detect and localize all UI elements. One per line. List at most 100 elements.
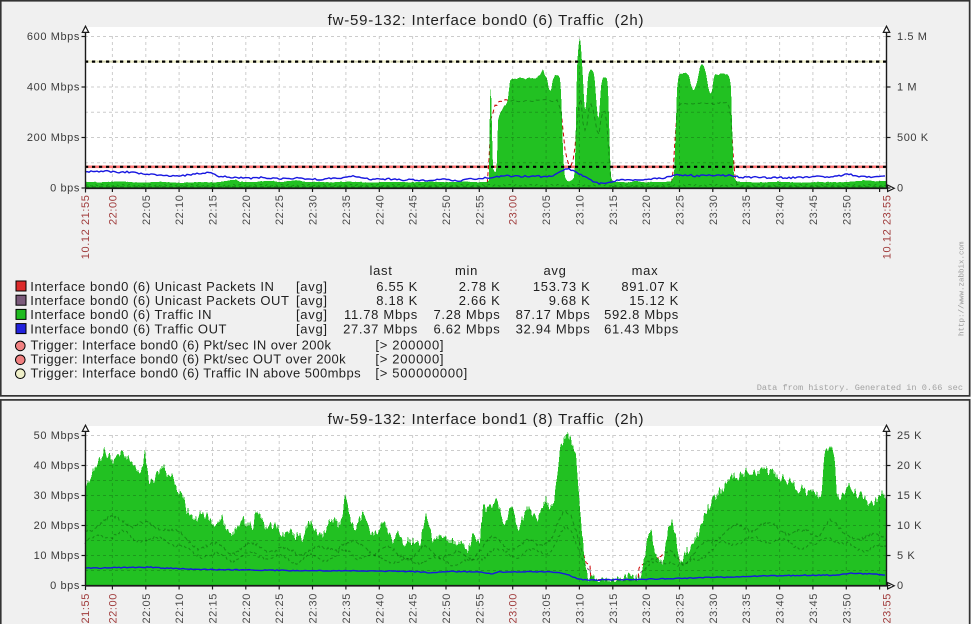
svg-text:23:35: 23:35 [741, 195, 753, 226]
svg-text:5 K: 5 K [897, 550, 915, 562]
svg-text:22:45: 22:45 [408, 593, 420, 624]
svg-text:22:00: 22:00 [107, 593, 119, 624]
svg-text:23:20: 23:20 [641, 195, 653, 226]
svg-text:23:40: 23:40 [775, 593, 787, 624]
svg-text:10.12 23:55: 10.12 23:55 [882, 195, 894, 260]
svg-text:last: last [369, 263, 392, 278]
svg-text:22:35: 22:35 [341, 195, 353, 226]
svg-text:10 Mbps: 10 Mbps [34, 550, 80, 562]
svg-text:23:45: 23:45 [808, 593, 820, 624]
svg-text:23:10: 23:10 [574, 593, 586, 624]
svg-text:22:55: 22:55 [474, 593, 486, 624]
svg-text:Interface bond0 (6) Traffic IN: Interface bond0 (6) Traffic IN [30, 307, 212, 322]
svg-text:27.37 Mbps: 27.37 Mbps [343, 321, 418, 336]
svg-text:22:35: 22:35 [341, 593, 353, 624]
svg-text:Interface bond0 (6) Unicast Pa: Interface bond0 (6) Unicast Packets IN [30, 279, 274, 294]
svg-text:10.12 21:55: 10.12 21:55 [80, 195, 92, 260]
svg-text:9.68 K: 9.68 K [549, 293, 591, 308]
svg-text:40 Mbps: 40 Mbps [34, 460, 80, 472]
svg-text:22:25: 22:25 [274, 593, 286, 624]
svg-text:15.12 K: 15.12 K [629, 293, 679, 308]
svg-text:Trigger: Interface bond0 (6) P: Trigger: Interface bond0 (6) Pkt/sec IN … [31, 338, 332, 353]
svg-text:22:40: 22:40 [374, 593, 386, 624]
svg-text:23:30: 23:30 [708, 195, 720, 226]
svg-text:Interface bond0 (6) Traffic OU: Interface bond0 (6) Traffic OUT [30, 321, 227, 336]
svg-text:http://www.zabbix.com: http://www.zabbix.com [959, 241, 967, 336]
svg-text:23:05: 23:05 [541, 593, 553, 624]
svg-text:7.28 Mbps: 7.28 Mbps [433, 307, 500, 322]
svg-text:22:40: 22:40 [374, 195, 386, 226]
svg-text:23:25: 23:25 [675, 593, 687, 624]
svg-text:22:00: 22:00 [107, 195, 119, 226]
svg-text:23:00: 23:00 [508, 593, 520, 624]
svg-text:10.12 23:55: 10.12 23:55 [882, 593, 894, 624]
svg-text:8.18 K: 8.18 K [376, 293, 418, 308]
svg-text:[avg]: [avg] [296, 307, 328, 322]
svg-text:23:15: 23:15 [608, 195, 620, 226]
svg-text:fw-59-132: Interface bond1 (8): fw-59-132: Interface bond1 (8) Traffic (… [328, 411, 645, 428]
svg-text:6.55 K: 6.55 K [376, 279, 418, 294]
svg-text:22:15: 22:15 [208, 195, 220, 226]
svg-text:50 Mbps: 50 Mbps [34, 430, 80, 442]
svg-text:20 Mbps: 20 Mbps [34, 520, 80, 532]
svg-text:1.5 M: 1.5 M [897, 31, 928, 43]
svg-text:[> 200000]: [> 200000] [375, 338, 444, 353]
svg-text:23:45: 23:45 [808, 195, 820, 226]
svg-text:15 K: 15 K [897, 490, 922, 502]
svg-text:[avg]: [avg] [296, 293, 328, 308]
svg-text:23:40: 23:40 [775, 195, 787, 226]
svg-text:23:10: 23:10 [574, 195, 586, 226]
svg-text:10 K: 10 K [897, 520, 922, 532]
svg-text:0 bps: 0 bps [50, 183, 80, 195]
svg-text:400 Mbps: 400 Mbps [27, 82, 80, 94]
svg-text:23:00: 23:00 [508, 195, 520, 226]
svg-text:592.8 Mbps: 592.8 Mbps [604, 307, 679, 322]
svg-text:23:35: 23:35 [741, 593, 753, 624]
svg-text:23:50: 23:50 [841, 593, 853, 624]
svg-text:Interface bond0 (6) Unicast Pa: Interface bond0 (6) Unicast Packets OUT [30, 293, 289, 308]
svg-text:10.12 21:55: 10.12 21:55 [80, 593, 92, 624]
svg-text:0: 0 [897, 580, 904, 592]
svg-text:500 K: 500 K [897, 132, 929, 144]
svg-text:20 K: 20 K [897, 460, 922, 472]
svg-text:22:55: 22:55 [474, 195, 486, 226]
svg-text:23:25: 23:25 [675, 195, 687, 226]
svg-text:891.07 K: 891.07 K [621, 279, 679, 294]
svg-text:32.94 Mbps: 32.94 Mbps [516, 321, 591, 336]
svg-text:6.62 Mbps: 6.62 Mbps [433, 321, 500, 336]
svg-text:23:15: 23:15 [608, 593, 620, 624]
svg-text:22:10: 22:10 [174, 593, 186, 624]
svg-text:2.66 K: 2.66 K [459, 293, 501, 308]
svg-text:11.78 Mbps: 11.78 Mbps [344, 307, 418, 322]
svg-text:200 Mbps: 200 Mbps [27, 132, 80, 144]
svg-text:22:05: 22:05 [141, 195, 153, 226]
svg-text:61.43 Mbps: 61.43 Mbps [604, 321, 679, 336]
svg-text:2.78 K: 2.78 K [459, 279, 501, 294]
svg-text:fw-59-132: Interface bond0 (6): fw-59-132: Interface bond0 (6) Traffic (… [328, 12, 645, 29]
svg-text:23:05: 23:05 [541, 195, 553, 226]
svg-text:87.17 Mbps: 87.17 Mbps [516, 307, 591, 322]
svg-text:23:50: 23:50 [841, 195, 853, 226]
svg-text:max: max [632, 263, 659, 278]
svg-text:22:25: 22:25 [274, 195, 286, 226]
svg-text:[avg]: [avg] [296, 279, 328, 294]
svg-text:22:05: 22:05 [141, 593, 153, 624]
svg-text:[> 500000000]: [> 500000000] [375, 365, 468, 380]
svg-text:avg: avg [543, 263, 566, 278]
svg-text:23:20: 23:20 [641, 593, 653, 624]
svg-text:Trigger: Interface bond0 (6) T: Trigger: Interface bond0 (6) Traffic IN … [31, 365, 362, 380]
svg-text:22:50: 22:50 [441, 593, 453, 624]
svg-text:Trigger: Interface bond0 (6) P: Trigger: Interface bond0 (6) Pkt/sec OUT… [31, 352, 347, 367]
svg-text:30 Mbps: 30 Mbps [34, 490, 80, 502]
svg-text:22:45: 22:45 [408, 195, 420, 226]
svg-text:22:15: 22:15 [208, 593, 220, 624]
svg-text:153.73 K: 153.73 K [533, 279, 591, 294]
svg-text:0 bps: 0 bps [50, 580, 80, 592]
svg-text:600 Mbps: 600 Mbps [27, 31, 80, 43]
svg-text:min: min [455, 263, 478, 278]
svg-text:[> 200000]: [> 200000] [375, 352, 444, 367]
svg-text:22:20: 22:20 [241, 593, 253, 624]
svg-text:Data from history. Generated i: Data from history. Generated in 0.66 sec [757, 383, 963, 393]
svg-text:22:30: 22:30 [308, 195, 320, 226]
svg-text:23:30: 23:30 [708, 593, 720, 624]
